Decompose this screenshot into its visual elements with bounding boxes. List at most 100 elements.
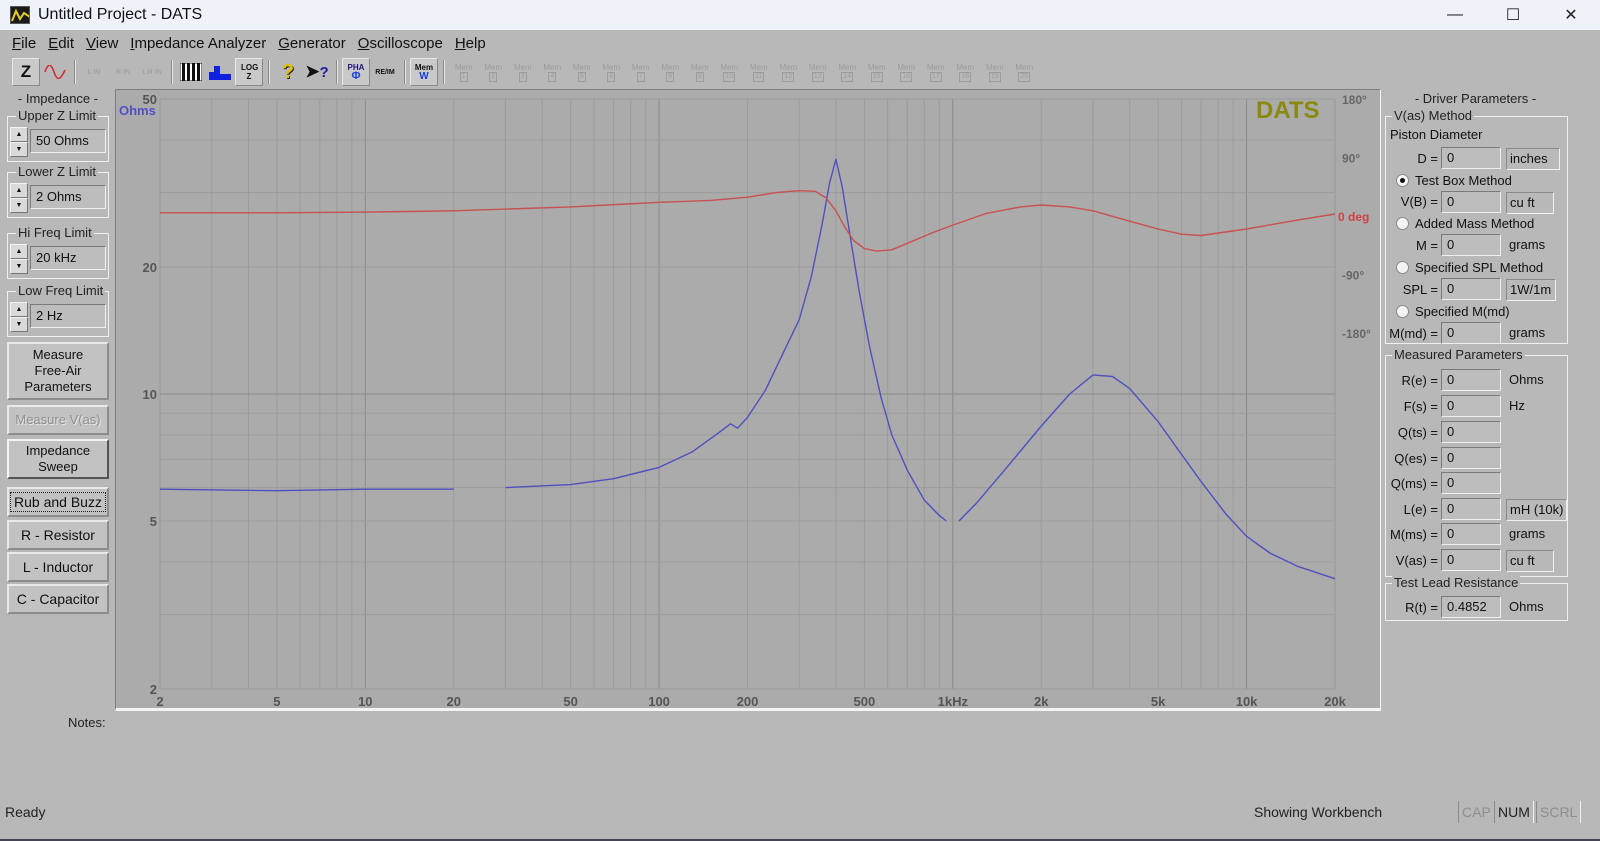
measured-param-value[interactable]: 0 — [1441, 523, 1501, 545]
test-box-method-radio[interactable]: Test Box Method — [1396, 173, 1512, 188]
spin-down-icon[interactable]: ▼ — [10, 198, 28, 213]
resistor-button[interactable]: R - Resistor — [7, 520, 109, 550]
memory-slot-button[interactable]: Mem 9 — [685, 58, 715, 86]
impedance-chart[interactable]: 2 5 10 20 50 100 200 500 1kHz 2k 5k 10k 20k 50 20 10 5 2 1… — [115, 89, 1381, 711]
toolbar-separator — [404, 60, 406, 84]
memory-slot-button[interactable]: Mem 20 — [1010, 58, 1040, 86]
test-lead-resistance-title: Test Lead Resistance — [1392, 575, 1521, 590]
bar-display-button[interactable] — [206, 58, 234, 86]
impedance-chart-svg: 2 5 10 20 50 100 200 500 1kHz 2k 5k 10k 20k502010521… — [119, 92, 1371, 709]
mmd-input[interactable]: 0 — [1441, 322, 1501, 344]
menu-generator[interactable]: Generator — [272, 35, 352, 52]
memory-slot-button[interactable]: Mem 14 — [833, 58, 863, 86]
right-input-button[interactable]: R IN — [109, 58, 137, 86]
vb-input[interactable]: 0 — [1441, 191, 1501, 213]
maximize-button[interactable]: ☐ — [1484, 0, 1542, 30]
re-im-button[interactable]: RE/IM — [371, 58, 399, 86]
vas-method-group: V(as) Method Piston Diameter D = 0 inche… — [1385, 108, 1568, 344]
spin-up-icon[interactable]: ▲ — [10, 127, 28, 142]
added-mass-method-radio[interactable]: Added Mass Method — [1396, 216, 1534, 231]
low-freq-limit-input[interactable]: 2 Hz — [30, 304, 106, 328]
specified-mmd-radio[interactable]: Specified M(md) — [1396, 304, 1510, 319]
measured-param-value[interactable]: 0 — [1441, 498, 1501, 520]
memory-slot-button[interactable]: Mem 11 — [744, 58, 774, 86]
memory-slot-button[interactable]: Mem 19 — [980, 58, 1010, 86]
spin-up-icon[interactable]: ▲ — [10, 183, 28, 198]
memory-slot-button[interactable]: Mem 6 — [597, 58, 627, 86]
measured-param-value[interactable]: 0 — [1441, 395, 1501, 417]
memory-slot-button[interactable]: Mem 13 — [803, 58, 833, 86]
memory-slot-number: 4 — [548, 71, 557, 82]
minimize-button[interactable]: — — [1426, 0, 1484, 30]
impedance-mode-button[interactable]: Z — [12, 58, 40, 86]
memory-slot-button[interactable]: Mem 10 — [715, 58, 745, 86]
left-input-button[interactable]: L IN — [80, 58, 108, 86]
menu-help[interactable]: Help — [449, 35, 492, 52]
memory-slot-button[interactable]: Mem 16 — [892, 58, 922, 86]
memory-slot-button[interactable]: Mem 17 — [921, 58, 951, 86]
measured-param-unit: Hz — [1509, 398, 1525, 413]
measure-vas-button[interactable]: Measure V(as) — [7, 405, 109, 435]
memory-slot-number: 19 — [988, 71, 1001, 82]
memory-slot-button[interactable]: Mem 12 — [774, 58, 804, 86]
vas-method-title: V(as) Method — [1392, 108, 1475, 123]
measured-param-value[interactable]: 0 — [1441, 447, 1501, 469]
spin-up-icon[interactable]: ▲ — [10, 244, 28, 259]
measure-free-air-line3: Parameters — [24, 379, 92, 394]
upper-z-limit-input[interactable]: 50 Ohms — [30, 129, 106, 153]
help-button[interactable]: ? — [274, 58, 302, 86]
spin-up-icon[interactable]: ▲ — [10, 302, 28, 317]
memory-slot-button[interactable]: Mem 18 — [951, 58, 981, 86]
spin-down-icon[interactable]: ▼ — [10, 317, 28, 332]
impedance-sweep-line1: Impedance — [25, 443, 91, 458]
memory-slot-label: Mem — [631, 62, 650, 72]
spin-down-icon[interactable]: ▼ — [10, 259, 28, 274]
d-input[interactable]: 0 — [1441, 147, 1501, 169]
measured-param-value[interactable]: 0 — [1441, 369, 1501, 391]
memory-slot-button[interactable]: Mem 2 — [479, 58, 509, 86]
menu-bar: File Edit View Impedance Analyzer Genera… — [0, 30, 1600, 56]
rub-and-buzz-button[interactable]: Rub and Buzz — [7, 487, 109, 517]
rt-input[interactable]: 0.4852 — [1441, 596, 1501, 618]
close-button[interactable]: ✕ — [1542, 0, 1600, 30]
memory-slot-label: Mem — [513, 62, 532, 72]
lr-input-button[interactable]: L R IN — [138, 58, 166, 86]
lower-z-limit-input[interactable]: 2 Ohms — [30, 185, 106, 209]
lower-z-limit-label: Lower Z Limit — [16, 164, 99, 179]
memory-slot-button[interactable]: Mem 1 — [449, 58, 479, 86]
menu-oscilloscope[interactable]: Oscilloscope — [352, 35, 449, 52]
hi-freq-limit-input[interactable]: 20 kHz — [30, 246, 106, 270]
memory-slot-button[interactable]: Mem 15 — [862, 58, 892, 86]
capacitor-button[interactable]: C - Capacitor — [7, 584, 109, 614]
menu-edit[interactable]: Edit — [42, 35, 80, 52]
menu-impedance-analyzer[interactable]: Impedance Analyzer — [124, 35, 272, 52]
context-help-button[interactable]: ➤? — [303, 58, 331, 86]
toolbar-separator — [336, 60, 338, 84]
phase-tick-label: 180° — [1342, 93, 1367, 107]
measured-param-value[interactable]: 0 — [1441, 549, 1501, 571]
piano-keys-button[interactable] — [177, 58, 205, 86]
measure-free-air-button[interactable]: Measure Free-Air Parameters — [7, 342, 109, 400]
lower-z-limit-group: Lower Z Limit ▲ ▼ 2 Ohms — [7, 164, 109, 218]
memory-slot-button[interactable]: Mem 7 — [626, 58, 656, 86]
memory-write-button[interactable]: Mem W — [410, 58, 438, 86]
spl-input[interactable]: 0 — [1441, 278, 1501, 300]
impedance-sweep-button[interactable]: Impedance Sweep — [7, 439, 109, 479]
menu-file[interactable]: File — [6, 35, 42, 52]
generator-button[interactable] — [41, 58, 69, 86]
inductor-button[interactable]: L - Inductor — [7, 552, 109, 582]
specified-spl-method-radio[interactable]: Specified SPL Method — [1396, 260, 1543, 275]
log-z-button[interactable]: LOG Z — [235, 58, 263, 86]
spin-down-icon[interactable]: ▼ — [10, 142, 28, 157]
menu-view[interactable]: View — [80, 35, 124, 52]
x-tick-label: 2k — [1034, 694, 1049, 709]
memory-slot-button[interactable]: Mem 4 — [538, 58, 568, 86]
phase-button[interactable]: PHA Φ — [342, 58, 370, 86]
memory-slot-button[interactable]: Mem 3 — [508, 58, 538, 86]
memory-slot-button[interactable]: Mem 8 — [656, 58, 686, 86]
measured-param-value[interactable]: 0 — [1441, 472, 1501, 494]
notes-label: Notes: — [68, 715, 106, 730]
memory-slot-button[interactable]: Mem 5 — [567, 58, 597, 86]
m-input[interactable]: 0 — [1441, 234, 1501, 256]
measured-param-value[interactable]: 0 — [1441, 421, 1501, 443]
